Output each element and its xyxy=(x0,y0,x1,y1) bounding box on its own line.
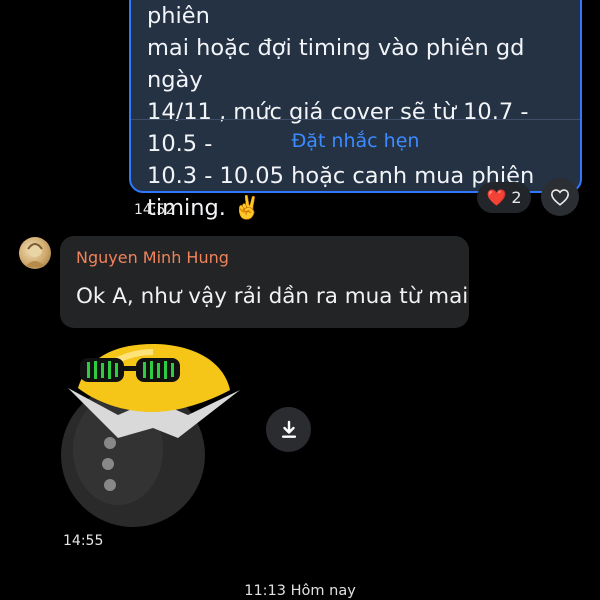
set-reminder-link[interactable]: Đặt nhắc hẹn xyxy=(131,130,580,152)
avatar-image xyxy=(25,243,45,267)
react-button[interactable] xyxy=(541,178,579,216)
incoming-message-bubble[interactable]: Nguyen Minh Hung Ok A, như vậy rải dần r… xyxy=(60,236,469,328)
incoming-message-text: Ok A, như vậy rải dần ra mua từ mai xyxy=(76,284,469,309)
heart-reaction-icon: ❤️ xyxy=(486,188,507,207)
download-button[interactable] xyxy=(266,407,311,452)
reaction-count: 2 xyxy=(511,188,522,207)
download-icon xyxy=(281,420,296,438)
heart-outline-icon xyxy=(550,189,570,206)
message-timestamp: 14:55 xyxy=(63,533,104,549)
cool-emoji-sticker[interactable] xyxy=(58,340,248,530)
outgoing-message-bubble[interactable]: kiến, mn có thể canh mua lại từ phiên ma… xyxy=(129,0,582,221)
message-line: kiến, mn có thể canh mua lại từ phiên xyxy=(147,3,210,29)
avatar[interactable] xyxy=(19,237,51,269)
sticker-image xyxy=(61,344,240,527)
message-line: mai hoặc đợi timing vào phiên gd ngày xyxy=(147,35,525,93)
reaction-summary[interactable]: ❤️ 2 xyxy=(477,182,531,213)
bubble-divider xyxy=(131,119,580,120)
sender-name[interactable]: Nguyen Minh Hung xyxy=(76,248,229,267)
date-separator: 11:13 Hôm nay xyxy=(244,583,356,599)
message-timestamp: 14:52 xyxy=(134,202,175,218)
